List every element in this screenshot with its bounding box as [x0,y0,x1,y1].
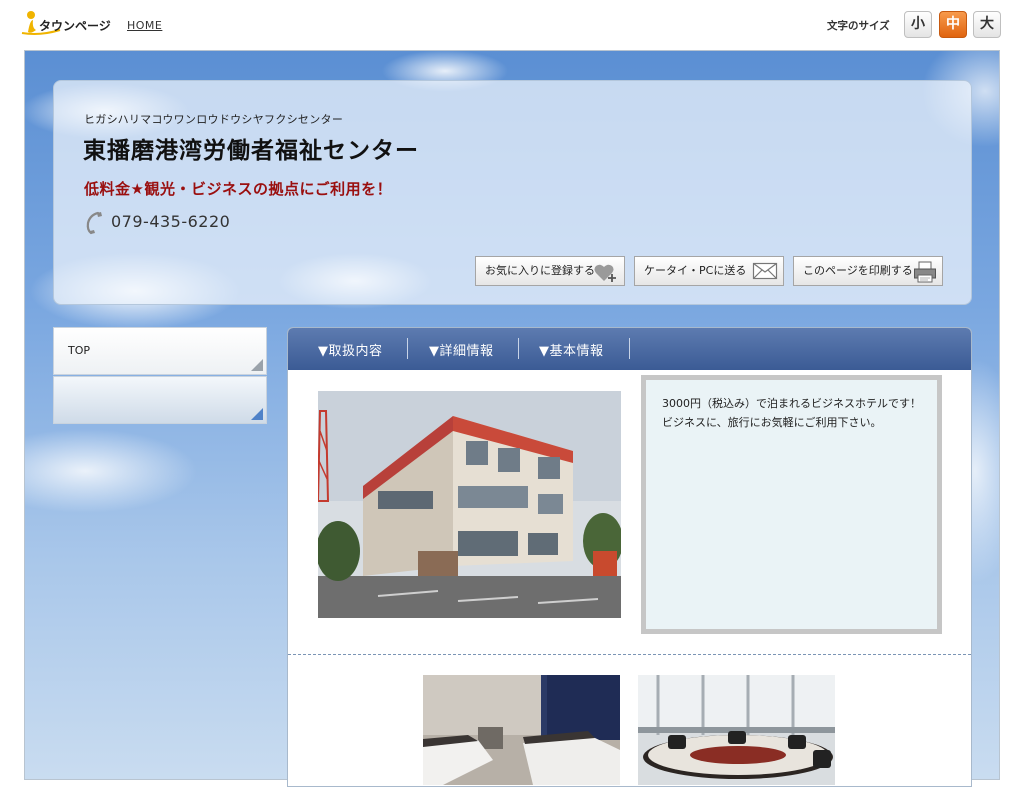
add-favorite-button[interactable]: お気に入りに登録する [475,256,625,286]
sidebar-item-top[interactable]: TOP [53,327,267,375]
tab-bar: ▼取扱内容 ▼詳細情報 ▼基本情報 [288,328,971,370]
description-line: ビジネスに、旅行にお気軽にご利用下さい。 [662,416,882,429]
top-bar: タウンページ HOME 文字のサイズ 小 中 大 [0,0,1024,50]
tab-separator [518,338,519,359]
business-name: 東播磨港湾労働者福祉センター [83,138,419,164]
townpage-logo[interactable]: タウンページ [20,8,112,36]
tab-separator [629,338,630,359]
business-name-kana: ヒガシハリマコウワンロウドウシヤフクシセンター [84,113,344,126]
description-line: 3000円（税込み）で泊まれるビジネスホテルです！ [662,397,921,410]
meeting-room-photo [638,675,835,785]
phone-icon [86,211,102,235]
sidebar-item-blank[interactable] [53,376,267,424]
add-favorite-label: お気に入りに登録する [485,264,595,277]
printer-icon [914,261,936,283]
font-size-large-button[interactable]: 大 [973,11,1001,38]
heart-plus-icon [594,264,616,282]
corner-triangle-icon [251,408,263,420]
main-frame: ヒガシハリマコウワンロウドウシヤフクシセンター 東播磨港湾労働者福祉センター 低… [24,50,1000,787]
envelope-icon [752,262,778,280]
tab-details[interactable]: ▼詳細情報 [429,340,494,359]
room-photo [423,675,620,785]
corner-triangle-icon [251,359,263,371]
business-header: ヒガシハリマコウワンロウドウシヤフクシセンター 東播磨港湾労働者福祉センター 低… [53,80,972,305]
font-size-medium-button[interactable]: 中 [939,11,967,38]
send-to-mobile-label: ケータイ・PCに送る [644,264,747,277]
home-link[interactable]: HOME [127,19,162,32]
tab-services[interactable]: ▼取扱内容 [318,340,383,359]
tab-separator [407,338,408,359]
catch-copy: 低料金★観光・ビジネスの拠点にご利用を！ [84,180,393,198]
section-divider [288,654,971,655]
logo-text: タウンページ [39,19,111,33]
content-panel: ▼取扱内容 ▼詳細情報 ▼基本情報 3000円（税込み）で泊まれるビジネスホテル… [287,327,972,787]
side-menu: TOP [53,327,267,424]
font-size-small-button[interactable]: 小 [904,11,932,38]
phone-number: 079-435-6220 [111,212,231,231]
send-to-mobile-button[interactable]: ケータイ・PCに送る [634,256,784,286]
building-photo [318,391,621,618]
tab-basic-info[interactable]: ▼基本情報 [539,340,604,359]
description-box: 3000円（税込み）で泊まれるビジネスホテルです！ ビジネスに、旅行にお気軽にご… [641,375,942,634]
print-page-label: このページを印刷する [803,264,913,277]
sidebar-item-label: TOP [68,344,91,357]
print-page-button[interactable]: このページを印刷する [793,256,943,286]
font-size-label: 文字のサイズ [827,20,890,32]
townpage-logo-mark: タウンページ [21,11,111,35]
